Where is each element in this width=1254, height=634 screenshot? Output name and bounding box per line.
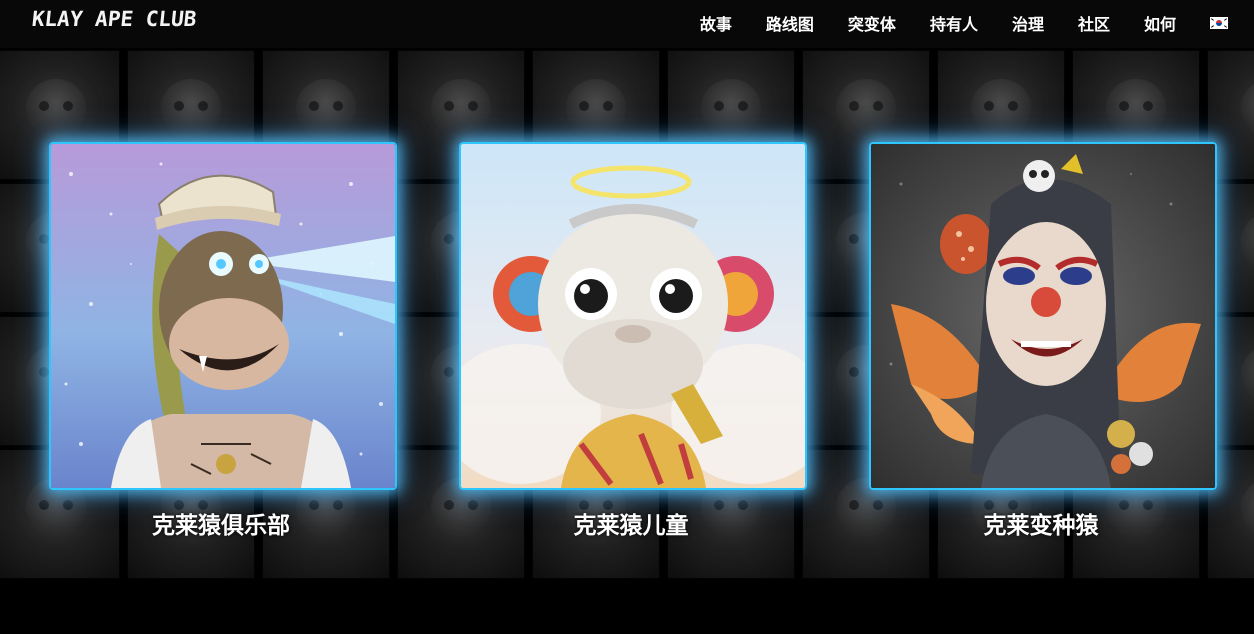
collection-card-klay-ape-kids[interactable]	[459, 142, 807, 490]
nav-item-story[interactable]: 故事	[700, 11, 732, 35]
nav-item-community[interactable]: 社区	[1078, 11, 1110, 35]
collection-card-klay-ape-club[interactable]	[49, 142, 397, 490]
nav-item-roadmap[interactable]: 路线图	[766, 11, 814, 35]
footer-band	[0, 580, 1254, 634]
page: KLAY APE CLUB 故事 路线图 突变体 持有人 治理 社区 如何 克莱…	[0, 0, 1254, 634]
site-logo[interactable]: KLAY APE CLUB	[31, 7, 198, 31]
nav-item-governance[interactable]: 治理	[1012, 11, 1044, 35]
nav-item-mutants[interactable]: 突变体	[848, 11, 896, 35]
baby-ape-halo-image	[461, 144, 805, 488]
collection-title-klay-mutant-ape[interactable]: 克莱变种猿	[867, 506, 1215, 540]
nav-menu: 故事 路线图 突变体 持有人 治理 社区 如何	[666, 11, 1228, 35]
collection-title-klay-ape-kids[interactable]: 克莱猿儿童	[457, 506, 805, 540]
top-nav: KLAY APE CLUB 故事 路线图 突变体 持有人 治理 社区 如何	[0, 0, 1254, 48]
mutant-ape-image	[871, 144, 1215, 488]
korea-flag-icon[interactable]	[1210, 17, 1228, 29]
collection-card-klay-mutant-ape[interactable]	[869, 142, 1217, 490]
collection-title-klay-ape-club[interactable]: 克莱猿俱乐部	[47, 506, 395, 540]
ape-laser-eyes-image	[51, 144, 395, 488]
nav-item-holders[interactable]: 持有人	[930, 11, 978, 35]
nav-item-howto[interactable]: 如何	[1144, 11, 1176, 35]
